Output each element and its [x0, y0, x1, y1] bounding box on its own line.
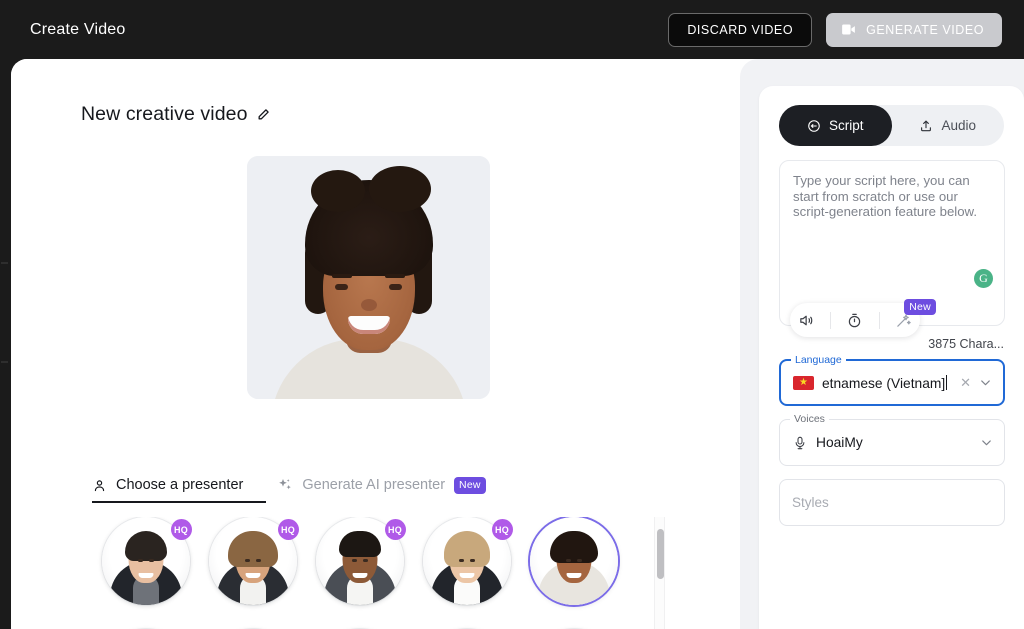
character-count: 3875 Chara... — [928, 337, 1004, 351]
presenter-tabs: Choose a presenter Generate AI presenter… — [92, 477, 486, 503]
right-panel: Script Audio Type your script here, you … — [740, 59, 1024, 629]
hq-badge: HQ — [384, 519, 406, 540]
tab-script[interactable]: Script — [779, 105, 892, 146]
presenter-cell: HQ — [306, 517, 413, 613]
language-select[interactable]: Language etnamese (Vietnam] ✕ — [779, 354, 1005, 406]
app-sheet: New creative video Choose a presenter Ge… — [11, 59, 1024, 629]
generate-video-label: GENERATE VIDEO — [866, 22, 984, 37]
new-badge: New — [454, 477, 486, 494]
voices-select[interactable]: Voices HoaiMy — [779, 413, 1005, 466]
presenter-portrait — [247, 156, 490, 399]
presenter-grid: HQ HQ HQ HQ — [92, 517, 667, 629]
vietnam-flag-icon — [793, 375, 814, 390]
presenter-preview — [247, 156, 490, 399]
presenter-avatar-4[interactable]: HQ — [422, 517, 513, 605]
voices-value: HoaiMy — [816, 435, 863, 450]
presenter-cell: HQ — [199, 517, 306, 613]
pencil-icon[interactable] — [257, 108, 270, 121]
magic-wand-icon[interactable]: New — [895, 298, 936, 329]
presenter-avatar-1[interactable]: HQ — [101, 517, 192, 605]
tab-generate-ai-presenter-label: Generate AI presenter — [302, 477, 446, 494]
presenter-grid-scrollbar[interactable] — [654, 517, 665, 629]
magic-wand-new-badge: New — [904, 298, 936, 315]
presenter-cell: HQ — [413, 517, 520, 613]
presenter-avatar-5[interactable] — [529, 517, 618, 605]
timer-icon[interactable] — [846, 312, 863, 329]
page-title: Create Video — [30, 20, 126, 38]
presenter-grid-viewport: HQ HQ HQ HQ — [92, 517, 667, 629]
voices-label: Voices — [790, 413, 829, 425]
tab-script-label: Script — [828, 118, 864, 133]
video-camera-icon — [840, 21, 857, 38]
person-icon — [92, 478, 107, 493]
script-textarea[interactable]: Type your script here, you can start fro… — [779, 160, 1005, 351]
language-value: etnamese (Vietnam] — [822, 374, 948, 391]
avatar-image — [529, 517, 618, 605]
tab-audio-label: Audio — [941, 118, 977, 133]
tab-audio[interactable]: Audio — [892, 105, 1005, 146]
top-bar: Create Video DISCARD VIDEO GENERATE VIDE… — [0, 0, 1024, 59]
message-icon — [807, 119, 821, 133]
hq-badge: HQ — [170, 519, 192, 540]
scrollbar-thumb[interactable] — [657, 529, 664, 579]
presenter-cell: HQ — [92, 517, 199, 613]
video-title-row: New creative video — [81, 103, 270, 126]
tab-choose-a-presenter[interactable]: Choose a presenter — [92, 477, 243, 502]
language-label: Language — [791, 354, 846, 366]
volume-icon[interactable] — [798, 312, 815, 329]
styles-input[interactable]: Styles — [779, 479, 1005, 526]
discard-video-button[interactable]: DISCARD VIDEO — [668, 12, 813, 47]
script-toolbar: New — [790, 298, 936, 337]
hq-badge: HQ — [491, 519, 513, 540]
editor-left-column: New creative video Choose a presenter Ge… — [11, 59, 740, 629]
chevron-down-icon[interactable] — [978, 375, 993, 390]
generate-video-button[interactable]: GENERATE VIDEO — [826, 12, 1002, 47]
script-card: Script Audio Type your script here, you … — [759, 86, 1024, 629]
left-edge-marks — [0, 59, 11, 629]
sparkles-icon — [277, 477, 293, 493]
close-icon[interactable]: ✕ — [960, 376, 971, 389]
upload-icon — [919, 119, 933, 133]
top-bar-actions: DISCARD VIDEO GENERATE VIDEO — [668, 12, 1002, 47]
grammarly-icon[interactable]: G — [974, 269, 993, 288]
presenter-avatar-2[interactable]: HQ — [208, 517, 299, 605]
tab-generate-ai-presenter[interactable]: Generate AI presenter New — [277, 477, 486, 503]
voice-person-icon — [792, 435, 808, 451]
chevron-down-icon[interactable] — [979, 435, 994, 450]
hq-badge: HQ — [277, 519, 299, 540]
script-audio-toggle: Script Audio — [779, 105, 1004, 146]
script-placeholder: Type your script here, you can start fro… — [793, 173, 977, 219]
presenter-avatar-3[interactable]: HQ — [315, 517, 406, 605]
presenter-cell — [520, 517, 627, 613]
video-title-text: New creative video — [81, 103, 248, 125]
tab-choose-a-presenter-label: Choose a presenter — [116, 477, 244, 494]
styles-placeholder: Styles — [792, 495, 829, 510]
